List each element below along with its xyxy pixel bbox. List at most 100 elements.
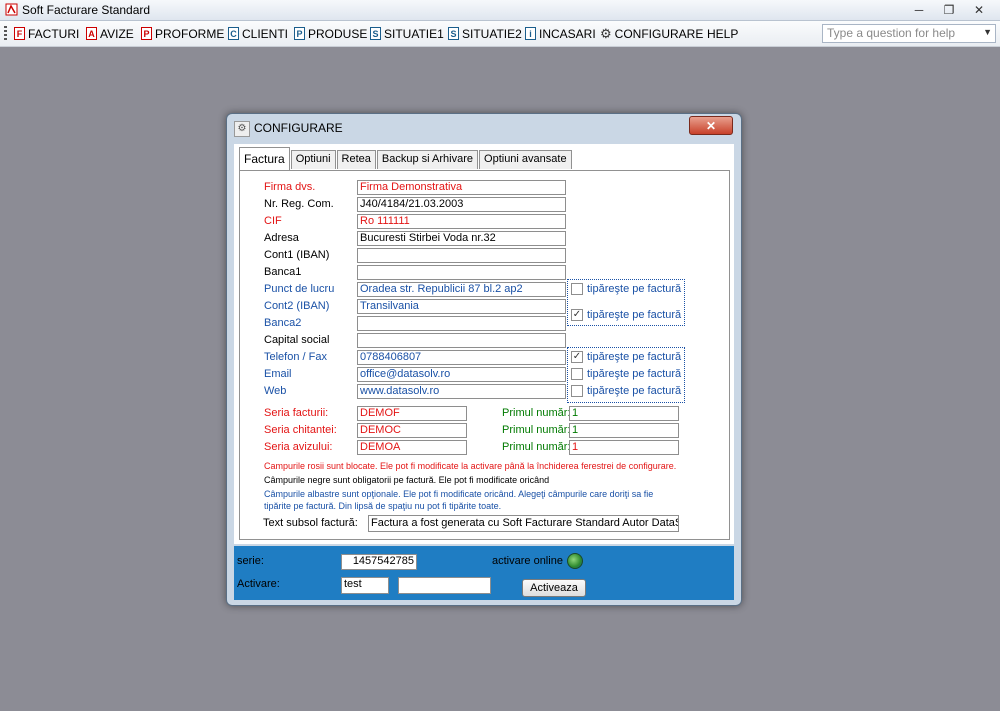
note-red-fields: Campurile rosii sunt blocate. Ele pot fi… bbox=[264, 461, 677, 471]
label-primul-numar-factura: Primul număr: bbox=[502, 407, 571, 419]
tab-factura[interactable]: Factura bbox=[239, 147, 290, 171]
tab-retea[interactable]: Retea bbox=[336, 150, 376, 169]
menu-avize[interactable]: A AVIZE bbox=[86, 21, 134, 46]
produse-icon: P bbox=[294, 27, 305, 40]
tab-backup[interactable]: Backup si Arhivare bbox=[376, 150, 479, 169]
situatie2-icon: S bbox=[448, 27, 459, 40]
print-label-punct-de-lucru: tipăreşte pe factură bbox=[587, 283, 682, 295]
field-cont2[interactable]: Transilvania bbox=[357, 299, 566, 314]
menu-configurare-label: CONFIGURARE bbox=[614, 26, 704, 41]
field-punct-de-lucru[interactable]: Oradea str. Republicii 87 bl.2 ap2 bbox=[357, 282, 566, 297]
field-telefon-fax[interactable]: 0788406807 bbox=[357, 350, 566, 365]
app-title: Soft Facturare Standard bbox=[22, 3, 151, 17]
configurare-dialog: ⚙ CONFIGURARE ✕ Factura Optiuni Retea Ba… bbox=[226, 113, 742, 606]
label-seria-chitantei: Seria chitantei: bbox=[264, 424, 337, 436]
field-text-subsol[interactable]: Factura a fost generata cu Soft Facturar… bbox=[368, 515, 679, 532]
field-serie[interactable]: 1457542785 bbox=[341, 554, 417, 570]
label-text-subsol: Text subsol factură: bbox=[263, 517, 358, 529]
menu-help-label: HELP bbox=[707, 26, 739, 41]
label-serie: serie: bbox=[237, 555, 264, 567]
field-activare[interactable]: test bbox=[341, 577, 389, 594]
label-cont1: Cont1 (IBAN) bbox=[264, 249, 330, 261]
menu-incasari[interactable]: i INCASARI bbox=[525, 21, 596, 46]
label-email: Email bbox=[264, 368, 292, 380]
field-seria-avizului[interactable]: DEMOA bbox=[357, 440, 467, 455]
menu-produse-label: PRODUSE bbox=[308, 26, 368, 41]
field-web[interactable]: www.datasolv.ro bbox=[357, 384, 566, 399]
factura-panel: Firma dvs. Firma Demonstrativa Nr. Reg. … bbox=[239, 170, 730, 540]
menu-help[interactable]: HELP bbox=[707, 21, 738, 46]
avize-icon: A bbox=[86, 27, 97, 40]
field-primul-numar-factura[interactable]: 1 bbox=[569, 406, 679, 421]
checkbox-print-email[interactable] bbox=[571, 368, 583, 380]
label-seria-avizului: Seria avizului: bbox=[264, 441, 333, 453]
label-capital-social: Capital social bbox=[264, 334, 330, 346]
label-firma: Firma dvs. bbox=[264, 181, 316, 193]
menu-proforme-label: PROFORME bbox=[155, 26, 225, 41]
situatie1-icon: S bbox=[370, 27, 381, 40]
tab-optiuni-avansate[interactable]: Optiuni avansate bbox=[479, 150, 572, 169]
note-blue-fields-2: tipărite pe factură. Din lipsă de spaţiu… bbox=[264, 501, 502, 511]
tab-strip: Factura Optiuni Retea Backup si Arhivare… bbox=[239, 147, 573, 171]
globe-icon[interactable] bbox=[567, 553, 583, 569]
menu-situatie1[interactable]: S SITUATIE1 bbox=[370, 21, 444, 46]
field-primul-numar-chitanta[interactable]: 1 bbox=[569, 423, 679, 438]
field-activare-cod[interactable] bbox=[398, 577, 491, 594]
menu-clienti[interactable]: C CLIENTI bbox=[228, 21, 288, 46]
menu-clienti-label: CLIENTI bbox=[242, 26, 289, 41]
menu-produse[interactable]: P PRODUSE bbox=[294, 21, 367, 46]
checkbox-print-punct-de-lucru[interactable] bbox=[571, 283, 583, 295]
menu-proforme[interactable]: P PROFORME bbox=[141, 21, 224, 46]
field-cont1[interactable] bbox=[357, 248, 566, 263]
menu-situatie2-label: SITUATIE2 bbox=[462, 26, 522, 41]
label-seria-facturii: Seria facturii: bbox=[264, 407, 329, 419]
dialog-titlebar[interactable]: ⚙ CONFIGURARE ✕ bbox=[227, 114, 741, 142]
label-cif: CIF bbox=[264, 215, 282, 227]
label-primul-numar-chitanta: Primul număr: bbox=[502, 424, 571, 436]
tab-optiuni[interactable]: Optiuni bbox=[290, 150, 336, 169]
field-primul-numar-aviz[interactable]: 1 bbox=[569, 440, 679, 455]
clienti-icon: C bbox=[228, 27, 239, 40]
label-punct-de-lucru: Punct de lucru bbox=[264, 283, 335, 295]
print-label-email: tipăreşte pe factură bbox=[587, 368, 682, 380]
gear-icon: ⚙ bbox=[234, 121, 250, 137]
label-banca2: Banca2 bbox=[264, 317, 302, 329]
gear-icon: ⚙ bbox=[600, 25, 612, 41]
field-banca2[interactable] bbox=[357, 316, 566, 331]
menu-configurare[interactable]: ⚙ CONFIGURARE bbox=[600, 21, 703, 46]
field-firma[interactable]: Firma Demonstrativa bbox=[357, 180, 566, 195]
dialog-client-area: Factura Optiuni Retea Backup si Arhivare… bbox=[234, 144, 734, 544]
label-activare-online: activare online bbox=[492, 555, 563, 567]
field-email[interactable]: office@datasolv.ro bbox=[357, 367, 566, 382]
field-cif[interactable]: Ro 111111 bbox=[357, 214, 566, 229]
menu-avize-label: AVIZE bbox=[100, 26, 134, 41]
menu-situatie2[interactable]: S SITUATIE2 bbox=[448, 21, 522, 46]
print-label-banca2: tipăreşte pe factură bbox=[587, 309, 682, 321]
proforme-icon: P bbox=[141, 27, 152, 40]
field-banca1[interactable] bbox=[357, 265, 566, 280]
field-capital-social[interactable] bbox=[357, 333, 566, 348]
label-primul-numar-aviz: Primul număr: bbox=[502, 441, 571, 453]
label-adresa: Adresa bbox=[264, 232, 299, 244]
help-search-box[interactable]: Type a question for help ▼ bbox=[822, 24, 996, 43]
minimize-button[interactable]: ─ bbox=[906, 1, 932, 18]
field-seria-chitantei[interactable]: DEMOC bbox=[357, 423, 467, 438]
label-telefon-fax: Telefon / Fax bbox=[264, 351, 327, 363]
label-activare: Activare: bbox=[237, 578, 280, 590]
checkbox-print-banca2[interactable]: ✓ bbox=[571, 309, 583, 321]
close-app-button[interactable]: ✕ bbox=[966, 1, 992, 18]
label-cont2: Cont2 (IBAN) bbox=[264, 300, 330, 312]
checkbox-print-web[interactable] bbox=[571, 385, 583, 397]
restore-button[interactable]: ❐ bbox=[936, 1, 962, 18]
menu-incasari-label: INCASARI bbox=[539, 26, 596, 41]
toolbar-grip[interactable] bbox=[4, 26, 7, 41]
field-seria-facturii[interactable]: DEMOF bbox=[357, 406, 467, 421]
menu-facturi[interactable]: F FACTURI bbox=[14, 21, 79, 46]
activeaza-button[interactable]: Activeaza bbox=[522, 579, 586, 597]
print-label-telefon: tipăreşte pe factură bbox=[587, 351, 682, 363]
dropdown-arrow-icon[interactable]: ▼ bbox=[983, 27, 992, 37]
dialog-close-button[interactable]: ✕ bbox=[689, 116, 733, 135]
field-nr-reg-com[interactable]: J40/4184/21.03.2003 bbox=[357, 197, 566, 212]
field-adresa[interactable]: Bucuresti Stirbei Voda nr.32 bbox=[357, 231, 566, 246]
checkbox-print-telefon[interactable]: ✓ bbox=[571, 351, 583, 363]
